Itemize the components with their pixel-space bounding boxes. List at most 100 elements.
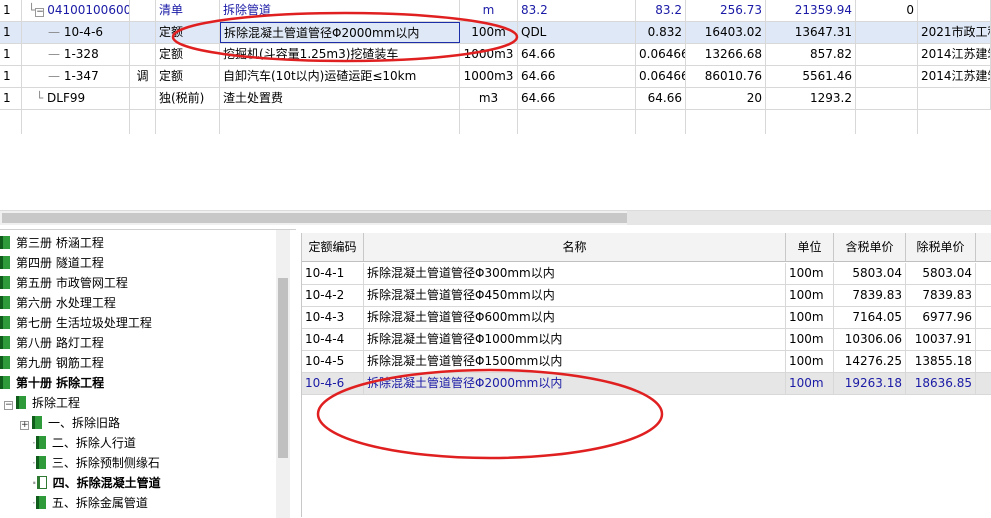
- code-cell[interactable]: — 1-347: [22, 66, 130, 87]
- book-icon: [0, 296, 10, 309]
- scrollbar-track[interactable]: [627, 211, 991, 225]
- name-cell-focused[interactable]: 拆除混凝土管道管径Φ2000mm以内: [220, 22, 460, 43]
- code-cell[interactable]: └− 041001006001: [22, 0, 130, 21]
- total-cell: 857.82: [766, 44, 856, 65]
- tree-line: └: [36, 91, 48, 105]
- qty-cell: 0.06466: [636, 66, 686, 87]
- grid-row-quota-selected[interactable]: 1 — 10-4-6 定额 拆除混凝土管道管径Φ2000mm以内 100m QD…: [0, 22, 991, 44]
- book-icon: [0, 316, 10, 329]
- scrollbar-thumb[interactable]: [2, 213, 627, 223]
- unit-cell: 100m: [786, 329, 834, 350]
- table-row[interactable]: 10-4-2 拆除混凝土管道管径Φ450mm以内 100m 7839.83 78…: [302, 285, 991, 307]
- tree-item-book8[interactable]: 第八册 路灯工程: [0, 333, 104, 353]
- collapse-icon[interactable]: −: [4, 401, 13, 410]
- seq-cell: 1: [0, 66, 22, 87]
- seq-cell: 1: [0, 22, 22, 43]
- name-cell[interactable]: 自卸汽车(10t以内)运碴运距≤10km: [220, 66, 460, 87]
- scrollbar-thumb[interactable]: [278, 278, 288, 458]
- qty-expr-cell[interactable]: 64.66: [518, 44, 636, 65]
- name-cell[interactable]: 渣土处置费: [220, 88, 460, 109]
- book-icon: [35, 496, 46, 509]
- book-icon: [32, 416, 42, 429]
- seq-cell: 1: [0, 0, 22, 21]
- quota-chapter-tree: 第三册 桥涵工程 第四册 隧道工程 第五册 市政管网工程 第六册 水处理工程 第…: [0, 229, 296, 518]
- code-cell: 10-4-5: [302, 351, 364, 372]
- code-cell: 10-4-6: [302, 373, 364, 394]
- qty-expr-cell[interactable]: 64.66: [518, 88, 636, 109]
- tree-item-book9[interactable]: 第九册 钢筋工程: [0, 353, 104, 373]
- tree-line: —: [48, 69, 64, 83]
- table-row[interactable]: 10-4-4 拆除混凝土管道管径Φ1000mm以内 100m 10306.06 …: [302, 329, 991, 351]
- qty-expr-cell[interactable]: 64.66: [518, 66, 636, 87]
- name-cell: 拆除混凝土管道管径Φ300mm以内: [364, 263, 786, 284]
- expand-icon[interactable]: +: [20, 421, 29, 430]
- horizontal-scrollbar[interactable]: [0, 210, 991, 225]
- tree-item-concrete-pipe-selected[interactable]: · 四、拆除混凝土管道: [32, 473, 161, 493]
- qty-expr-cell[interactable]: 83.2: [518, 0, 636, 21]
- book-icon: [35, 456, 46, 469]
- tree-item-book6[interactable]: 第六册 水处理工程: [0, 293, 116, 313]
- unit-cell: 1000m3: [460, 44, 518, 65]
- tree-item-old-road[interactable]: + 一、拆除旧路: [20, 413, 120, 433]
- qty-cell: 0.832: [636, 22, 686, 43]
- name-cell: 拆除混凝土管道管径Φ450mm以内: [364, 285, 786, 306]
- tree-line: └: [28, 3, 36, 17]
- grid-row-fee[interactable]: 1 └ DLF99 独(税前) 渣土处置费 m3 64.66 64.66 20 …: [0, 88, 991, 110]
- header-code[interactable]: 定额编码: [302, 233, 364, 261]
- tree-item-book3[interactable]: 第三册 桥涵工程: [0, 233, 104, 253]
- unit-price-cell: 16403.02: [686, 22, 766, 43]
- name-cell[interactable]: 挖掘机(斗容量1.25m3)挖碴装车: [220, 44, 460, 65]
- tree-item-book7[interactable]: 第七册 生活垃圾处理工程: [0, 313, 152, 333]
- adj-cell: 调: [130, 66, 156, 87]
- misc-cell: [856, 22, 918, 43]
- table-row[interactable]: 10-4-3 拆除混凝土管道管径Φ600mm以内 100m 7164.05 69…: [302, 307, 991, 329]
- table-row[interactable]: 10-4-5 拆除混凝土管道管径Φ1500mm以内 100m 14276.25 …: [302, 351, 991, 373]
- qty-expr-cell[interactable]: QDL: [518, 22, 636, 43]
- total-cell: 13647.31: [766, 22, 856, 43]
- tree-item-demolition[interactable]: − 拆除工程: [4, 393, 80, 413]
- tree-item-sidewalk[interactable]: · 二、拆除人行道: [32, 433, 136, 453]
- tree-item-curb-stone[interactable]: · 三、拆除预制侧缘石: [32, 453, 160, 473]
- profession-cell: 2021市政工程: [918, 22, 991, 43]
- book-icon: [0, 336, 10, 349]
- tax-price-cell: 7839.83: [834, 285, 906, 306]
- total-cell: 5561.46: [766, 66, 856, 87]
- tax-price-cell: 10306.06: [834, 329, 906, 350]
- header-name[interactable]: 名称: [364, 233, 786, 261]
- unit-price-cell: 256.73: [686, 0, 766, 21]
- unit-cell: 100m: [786, 351, 834, 372]
- unit-cell: m: [460, 0, 518, 21]
- grid-row-bill[interactable]: 1 └− 041001006001 清单 拆除管道 m 83.2 83.2 256…: [0, 0, 991, 22]
- grid-row-quota[interactable]: 1 — 1-328 定额 挖掘机(斗容量1.25m3)挖碴装车 1000m3 6…: [0, 44, 991, 66]
- tree-item-metal-pipe[interactable]: · 五、拆除金属管道: [32, 493, 148, 513]
- grid-row-quota[interactable]: 1 — 1-347 调 定额 自卸汽车(10t以内)运碴运距≤10km 1000…: [0, 66, 991, 88]
- name-cell: 拆除混凝土管道管径Φ600mm以内: [364, 307, 786, 328]
- code-cell[interactable]: — 10-4-6: [22, 22, 130, 43]
- qty-cell: 83.2: [636, 0, 686, 21]
- table-row[interactable]: 10-4-1 拆除混凝土管道管径Φ300mm以内 100m 5803.04 58…: [302, 263, 991, 285]
- header-notax-price[interactable]: 除税单价: [906, 233, 976, 261]
- table-row-selected[interactable]: 10-4-6 拆除混凝土管道管径Φ2000mm以内 100m 19263.18 …: [302, 373, 991, 395]
- tree-item-book4[interactable]: 第四册 隧道工程: [0, 253, 104, 273]
- book-icon: [0, 376, 10, 389]
- notax-price-cell: 18636.85: [906, 373, 976, 394]
- header-tax-price[interactable]: 含税单价: [834, 233, 906, 261]
- tree-item-book10[interactable]: 第十册 拆除工程: [0, 373, 104, 393]
- adj-cell: [130, 44, 156, 65]
- code-cell[interactable]: — 1-328: [22, 44, 130, 65]
- total-cell: 1293.2: [766, 88, 856, 109]
- header-unit[interactable]: 单位: [786, 233, 834, 261]
- adj-cell: [130, 88, 156, 109]
- tax-price-cell: 5803.04: [834, 263, 906, 284]
- tree-item-book5[interactable]: 第五册 市政管网工程: [0, 273, 128, 293]
- unit-price-cell: 13266.68: [686, 44, 766, 65]
- type-cell: 定额: [156, 22, 220, 43]
- name-cell[interactable]: 拆除管道: [220, 0, 460, 21]
- qty-cell: 0.06466: [636, 44, 686, 65]
- seq-cell: 1: [0, 44, 22, 65]
- tree-vertical-scrollbar[interactable]: [276, 230, 290, 518]
- collapse-icon[interactable]: −: [35, 8, 45, 17]
- name-cell: 拆除混凝土管道管径Φ2000mm以内: [364, 373, 786, 394]
- tax-price-cell: 7164.05: [834, 307, 906, 328]
- code-cell[interactable]: └ DLF99: [22, 88, 130, 109]
